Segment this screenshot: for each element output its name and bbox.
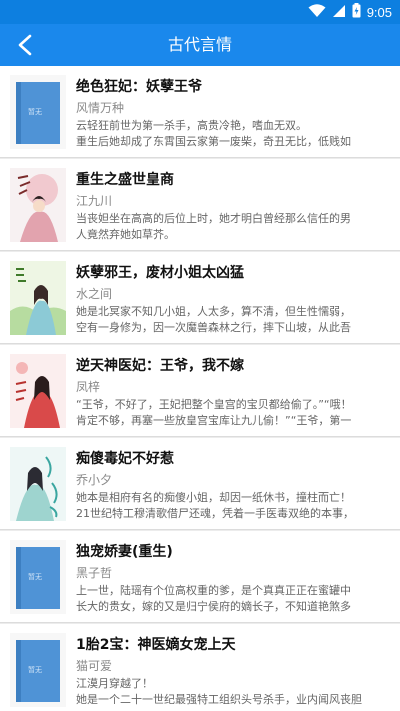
book-cover-placeholder: 暂无 <box>10 540 66 614</box>
chevron-left-icon <box>18 34 32 56</box>
book-description: 上一世，陆瑶有个位高权重的爹，是个真真正正在蜜罐中 长大的贵女，嫁的又是归宁侯府… <box>76 584 351 613</box>
app-bar: 古代言情 <box>0 24 400 66</box>
book-title: 独宠娇妻(重生) <box>76 544 173 560</box>
book-cover-placeholder: 暂无 <box>10 75 66 149</box>
book-description: 她是北冥家不知几小姐，人太多，算不清，但生性懦弱， 空有一身修为，因一次魔兽森林… <box>76 305 351 334</box>
book-author: 黑子哲 <box>76 566 113 580</box>
book-title: 绝色狂妃：妖孽王爷 <box>76 79 202 95</box>
book-cover-image <box>10 168 66 242</box>
book-cover-image <box>10 354 66 428</box>
back-button[interactable] <box>8 28 42 62</box>
book-item[interactable]: 暂无 独宠娇妻(重生) 黑子哲 上一世，陆瑶有个位高权重的爹，是个真真正正在蜜罐… <box>0 531 400 623</box>
book-description: 江漠月穿越了！ 她是一个二十一世纪最强特工组织头号杀手，业内闻风丧胆 <box>76 677 362 706</box>
book-item[interactable]: 暂无 绝色狂妃：妖孽王爷 风情万种 云轻狂前世为第一杀手，高贵冷艳，嗜血无双。 … <box>0 66 400 158</box>
book-item[interactable]: 逆天神医妃：王爷，我不嫁 凤梓 “王爷，不好了，王妃把整个皇宫的宝贝都给偷了。”… <box>0 345 400 437</box>
book-title: 逆天神医妃：王爷，我不嫁 <box>76 358 244 374</box>
status-time: 9:05 <box>366 4 392 20</box>
book-cover-placeholder: 暂无 <box>10 633 66 707</box>
page-title: 古代言情 <box>167 35 232 54</box>
book-description: 当丧妲坐在高高的后位上时，她才明白曾经那么信任的男 人竟然弃她如草芥。 <box>76 212 351 241</box>
book-title: 重生之盛世皇商 <box>76 172 174 188</box>
book-author: 乔小夕 <box>76 473 113 487</box>
status-bar: 9:05 <box>0 0 400 24</box>
book-author: 水之间 <box>76 287 113 301</box>
book-list: 暂无 绝色狂妃：妖孽王爷 风情万种 云轻狂前世为第一杀手，高贵冷艳，嗜血无双。 … <box>0 66 400 711</box>
book-item[interactable]: 重生之盛世皇商 江九川 当丧妲坐在高高的后位上时，她才明白曾经那么信任的男 人竟… <box>0 159 400 251</box>
signal-icon <box>332 3 346 22</box>
book-item[interactable]: 暂无 1胎2宝：神医嫡女宠上天 猫可爱 江漠月穿越了！ 她是一个二十一世纪最强特… <box>0 624 400 711</box>
book-description: 她本是相府有名的痴傻小姐，却因一纸休书，撞柱而亡！ 21世纪特工穆清歌借尸还魂，… <box>76 491 354 520</box>
book-title: 1胎2宝：神医嫡女宠上天 <box>76 637 236 653</box>
book-author: 凤梓 <box>76 380 101 394</box>
book-item[interactable]: 妖孽邪王，废材小姐太凶猛 水之间 她是北冥家不知几小姐，人太多，算不清，但生性懦… <box>0 252 400 344</box>
book-description: “王爷，不好了，王妃把整个皇宫的宝贝都给偷了。”“哦！ 肯定不够，再塞一些放皇宫… <box>76 398 352 427</box>
book-author: 猫可爱 <box>76 659 113 673</box>
book-title: 痴傻毒妃不好惹 <box>76 451 174 467</box>
book-author: 风情万种 <box>76 101 125 115</box>
book-description: 云轻狂前世为第一杀手，高贵冷艳，嗜血无双。 重生后她却成了东霄国云家第一废柴，奇… <box>76 119 351 148</box>
book-title: 妖孽邪王，废材小姐太凶猛 <box>76 265 244 281</box>
book-item[interactable]: 痴傻毒妃不好惹 乔小夕 她本是相府有名的痴傻小姐，却因一纸休书，撞柱而亡！ 21… <box>0 438 400 530</box>
book-cover-image <box>10 261 66 335</box>
book-author: 江九川 <box>76 194 113 208</box>
battery-icon <box>352 2 361 22</box>
book-cover-image <box>10 447 66 521</box>
wifi-icon <box>308 3 326 22</box>
